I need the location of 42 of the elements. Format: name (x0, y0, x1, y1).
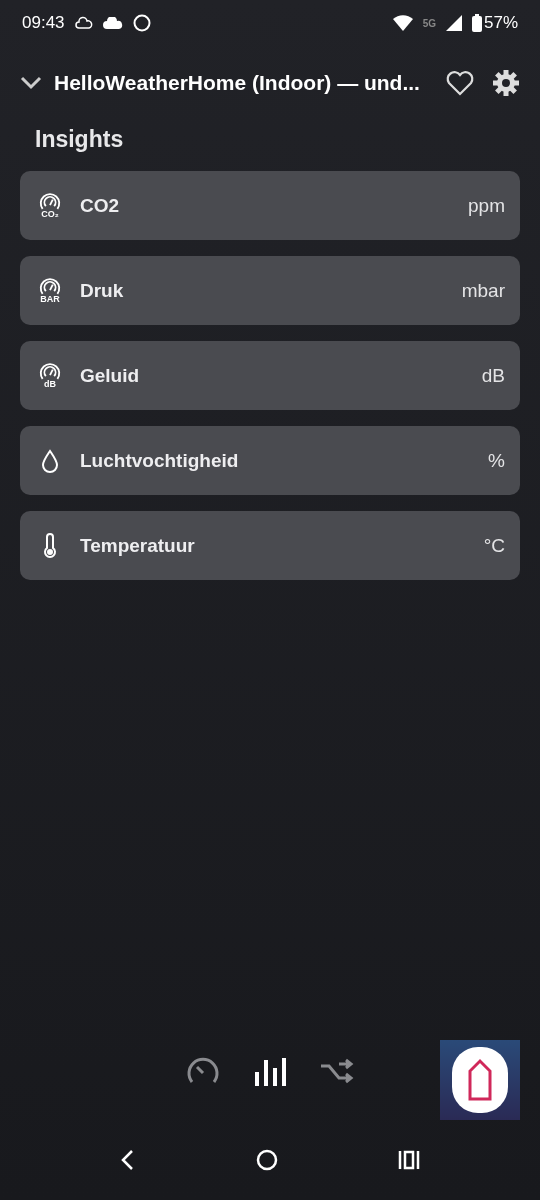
network-label: 5G (422, 17, 436, 29)
heart-icon[interactable] (446, 70, 474, 96)
chevron-down-icon[interactable] (20, 76, 42, 90)
circle-icon (132, 14, 151, 32)
settings-icon[interactable] (492, 69, 520, 97)
battery-icon (471, 14, 482, 32)
app-bubble[interactable] (440, 1040, 520, 1120)
gauge-icon (38, 277, 62, 295)
insight-card[interactable]: Luchtvochtigheid % (20, 426, 520, 495)
insight-unit: mbar (461, 279, 505, 302)
gauge-unit-label: BAR (40, 295, 60, 304)
cloud-icon (74, 16, 93, 30)
device-title: HelloWeatherHome (Indoor) — und... (54, 71, 420, 95)
gauge-icon (38, 362, 62, 380)
gauge-icon (38, 192, 62, 210)
gauge-unit-label: dB (44, 380, 56, 389)
status-time: 09:43 (22, 13, 65, 33)
insight-unit: dB (481, 364, 505, 387)
insight-name: Temperatuur (80, 534, 196, 557)
bar-chart-icon (253, 1056, 287, 1086)
cloud-icon (102, 17, 123, 29)
section-title: Insights (35, 126, 125, 153)
circle-icon (256, 1149, 278, 1171)
shuffle-icon (320, 1056, 354, 1086)
insight-card[interactable]: Temperatuur °C (20, 511, 520, 580)
insight-unit: % (488, 449, 505, 472)
recents-icon (398, 1150, 420, 1170)
insight-name: Luchtvochtigheid (80, 449, 240, 472)
insight-unit: ppm (468, 194, 505, 217)
insight-card[interactable]: CO₂ CO2 ppm (20, 171, 520, 240)
insight-name: CO2 (80, 194, 121, 217)
battery-level: 57% (483, 13, 518, 33)
insight-name: Druk (80, 279, 125, 302)
gauge-unit-label: CO₂ (41, 210, 59, 219)
back-icon (120, 1149, 136, 1171)
insight-name: Geluid (80, 364, 141, 387)
insight-card[interactable]: dB Geluid dB (20, 341, 520, 410)
insight-unit: °C (483, 534, 505, 557)
house-icon (452, 1047, 508, 1113)
signal-icon (445, 15, 462, 31)
insight-card[interactable]: BAR Druk mbar (20, 256, 520, 325)
wifi-icon (392, 15, 413, 31)
